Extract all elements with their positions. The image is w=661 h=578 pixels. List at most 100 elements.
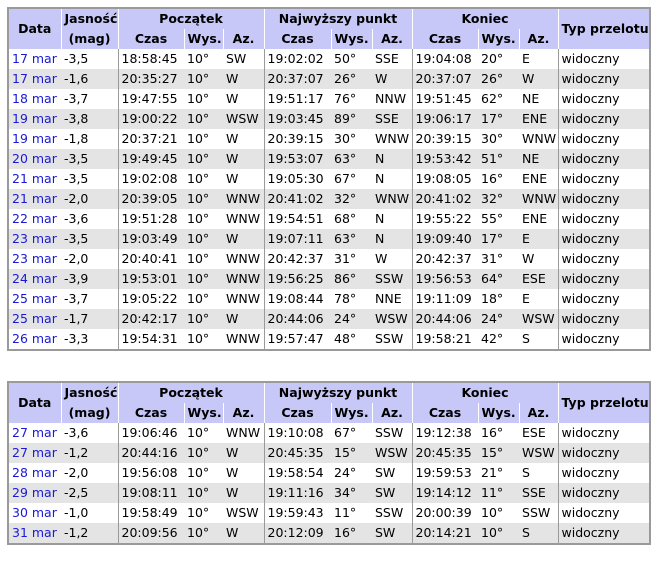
start-time: 19:54:31: [117, 329, 184, 350]
pass-date[interactable]: 17 mar: [8, 49, 61, 69]
table-row[interactable]: 18 mar -3,7 19:47:55 10° W 19:51:17 76° NNW 19:5…: [8, 89, 651, 109]
end-time: 19:09:40: [411, 229, 479, 249]
end-azimuth: S: [519, 329, 559, 350]
pass-date[interactable]: 17 mar: [8, 69, 61, 89]
pass-type: widoczny: [557, 483, 651, 503]
pass-date[interactable]: 19 mar: [8, 129, 61, 149]
table-row[interactable]: 17 mar -1,6 20:35:27 10° W 20:37:07 26° W 20:37:…: [8, 69, 651, 89]
max-altitude: 86°: [331, 269, 372, 289]
start-azimuth: WSW: [223, 109, 264, 129]
table-row[interactable]: 21 mar -3,5 19:02:08 10° W 19:05:30 67° N 19:08:…: [8, 169, 651, 189]
max-altitude: 68°: [331, 209, 372, 229]
end-time: 20:14:21: [411, 523, 479, 544]
start-azimuth: WNW: [223, 289, 264, 309]
end-azimuth: SSE: [519, 483, 559, 503]
pass-date[interactable]: 25 mar: [8, 309, 61, 329]
table-row[interactable]: 19 mar -1,8 20:37:21 10° W 20:39:15 30° WNW 20:3…: [8, 129, 651, 149]
end-time: 20:45:35: [411, 443, 479, 463]
start-time: 20:39:05: [117, 189, 184, 209]
table-row[interactable]: 19 mar -3,8 19:00:22 10° WSW 19:03:45 89° SSE 19…: [8, 109, 651, 129]
max-azimuth: SW: [372, 463, 413, 483]
pass-date[interactable]: 25 mar: [8, 289, 61, 309]
max-time: 19:10:08: [263, 423, 331, 443]
header-highest-point: Najwyższy punkt: [264, 8, 413, 29]
table-row[interactable]: 26 mar -3,3 19:54:31 10° WNW 19:57:47 48° SSW 19…: [8, 329, 651, 350]
max-azimuth: SSW: [372, 329, 413, 350]
pass-date[interactable]: 24 mar: [8, 269, 61, 289]
start-time: 19:06:46: [117, 423, 184, 443]
pass-date[interactable]: 23 mar: [8, 229, 61, 249]
table-row[interactable]: 25 mar -1,7 20:42:17 10° W 20:44:06 24° WSW 20:4…: [8, 309, 651, 329]
magnitude: -2,0: [61, 249, 118, 269]
max-altitude: 63°: [331, 149, 372, 169]
pass-date[interactable]: 19 mar: [8, 109, 61, 129]
end-altitude: 15°: [478, 443, 520, 463]
table-row[interactable]: 20 mar -3,5 19:49:45 10° W 19:53:07 63° N 19:53:…: [8, 149, 651, 169]
end-altitude: 16°: [478, 423, 520, 443]
pass-date[interactable]: 28 mar: [8, 463, 61, 483]
table-row[interactable]: 28 mar -2,0 19:56:08 10° W 19:58:54 24° SW 19:59…: [8, 463, 651, 483]
max-azimuth: NNE: [372, 289, 413, 309]
start-azimuth: WSW: [223, 503, 264, 523]
start-altitude: 10°: [184, 329, 223, 350]
table-row[interactable]: 25 mar -3,7 19:05:22 10° WNW 19:08:44 78° NNE 19…: [8, 289, 651, 309]
start-time: 19:03:49: [117, 229, 184, 249]
table-row[interactable]: 21 mar -2,0 20:39:05 10° WNW 20:41:02 32° WNW 20…: [8, 189, 651, 209]
max-azimuth: SSW: [372, 269, 413, 289]
header-end-alt: Wys.: [478, 29, 520, 49]
end-time: 20:42:37: [411, 249, 479, 269]
start-time: 20:37:21: [117, 129, 184, 149]
max-time: 20:42:37: [263, 249, 331, 269]
start-azimuth: WNW: [223, 209, 264, 229]
header-start: Początek: [118, 382, 265, 403]
header-highest-point: Najwyższy punkt: [264, 382, 413, 403]
pass-date[interactable]: 22 mar: [8, 209, 61, 229]
pass-date[interactable]: 23 mar: [8, 249, 61, 269]
pass-date[interactable]: 18 mar: [8, 89, 61, 109]
pass-type: widoczny: [557, 329, 651, 350]
start-time: 20:40:41: [117, 249, 184, 269]
pass-date[interactable]: 21 mar: [8, 189, 61, 209]
max-altitude: 32°: [331, 189, 372, 209]
max-time: 20:12:09: [263, 523, 331, 544]
end-altitude: 17°: [478, 229, 520, 249]
table-row[interactable]: 31 mar -1,2 20:09:56 10° W 20:12:09 16° SW 20:14…: [8, 523, 651, 544]
pass-date[interactable]: 30 mar: [8, 503, 61, 523]
pass-date[interactable]: 21 mar: [8, 169, 61, 189]
start-altitude: 10°: [184, 109, 223, 129]
table-row[interactable]: 30 mar -1,0 19:58:49 10° WSW 19:59:43 11° SSW 20…: [8, 503, 651, 523]
max-azimuth: N: [372, 229, 413, 249]
max-time: 19:58:54: [263, 463, 331, 483]
magnitude: -1,8: [61, 129, 118, 149]
start-altitude: 10°: [184, 89, 223, 109]
pass-type: widoczny: [557, 149, 651, 169]
max-time: 19:07:11: [263, 229, 331, 249]
start-time: 19:47:55: [117, 89, 184, 109]
table-row[interactable]: 23 mar -2,0 20:40:41 10° WNW 20:42:37 31° W 20:4…: [8, 249, 651, 269]
end-altitude: 26°: [478, 69, 520, 89]
pass-date[interactable]: 20 mar: [8, 149, 61, 169]
max-azimuth: W: [372, 249, 413, 269]
start-altitude: 10°: [184, 483, 223, 503]
header-start-alt: Wys.: [184, 403, 224, 423]
pass-date[interactable]: 27 mar: [8, 423, 61, 443]
max-time: 19:03:45: [263, 109, 331, 129]
start-azimuth: W: [223, 523, 264, 544]
table-row[interactable]: 22 mar -3,6 19:51:28 10° WNW 19:54:51 68° N 19:5…: [8, 209, 651, 229]
table-row[interactable]: 29 mar -2,5 19:08:11 10° W 19:11:16 34° SW 19:14…: [8, 483, 651, 503]
pass-date[interactable]: 31 mar: [8, 523, 61, 544]
table-row[interactable]: 24 mar -3,9 19:53:01 10° WNW 19:56:25 86° SSW 19…: [8, 269, 651, 289]
start-azimuth: W: [223, 129, 264, 149]
table-row[interactable]: 27 mar -1,2 20:44:16 10° W 20:45:35 15° WSW 20:4…: [8, 443, 651, 463]
table-row[interactable]: 17 mar -3,5 18:58:45 10° SW 19:02:02 50° SSE 19:…: [8, 49, 651, 69]
pass-date[interactable]: 26 mar: [8, 329, 61, 350]
header-end-alt: Wys.: [478, 403, 520, 423]
start-azimuth: SW: [223, 49, 264, 69]
table-row[interactable]: 23 mar -3,5 19:03:49 10° W 19:07:11 63° N 19:09:…: [8, 229, 651, 249]
table-row[interactable]: 27 mar -3,6 19:06:46 10° WNW 19:10:08 67° SSW 19…: [8, 423, 651, 443]
end-azimuth: NE: [519, 89, 559, 109]
pass-date[interactable]: 27 mar: [8, 443, 61, 463]
end-altitude: 32°: [478, 189, 520, 209]
pass-date[interactable]: 29 mar: [8, 483, 61, 503]
start-azimuth: W: [223, 309, 264, 329]
